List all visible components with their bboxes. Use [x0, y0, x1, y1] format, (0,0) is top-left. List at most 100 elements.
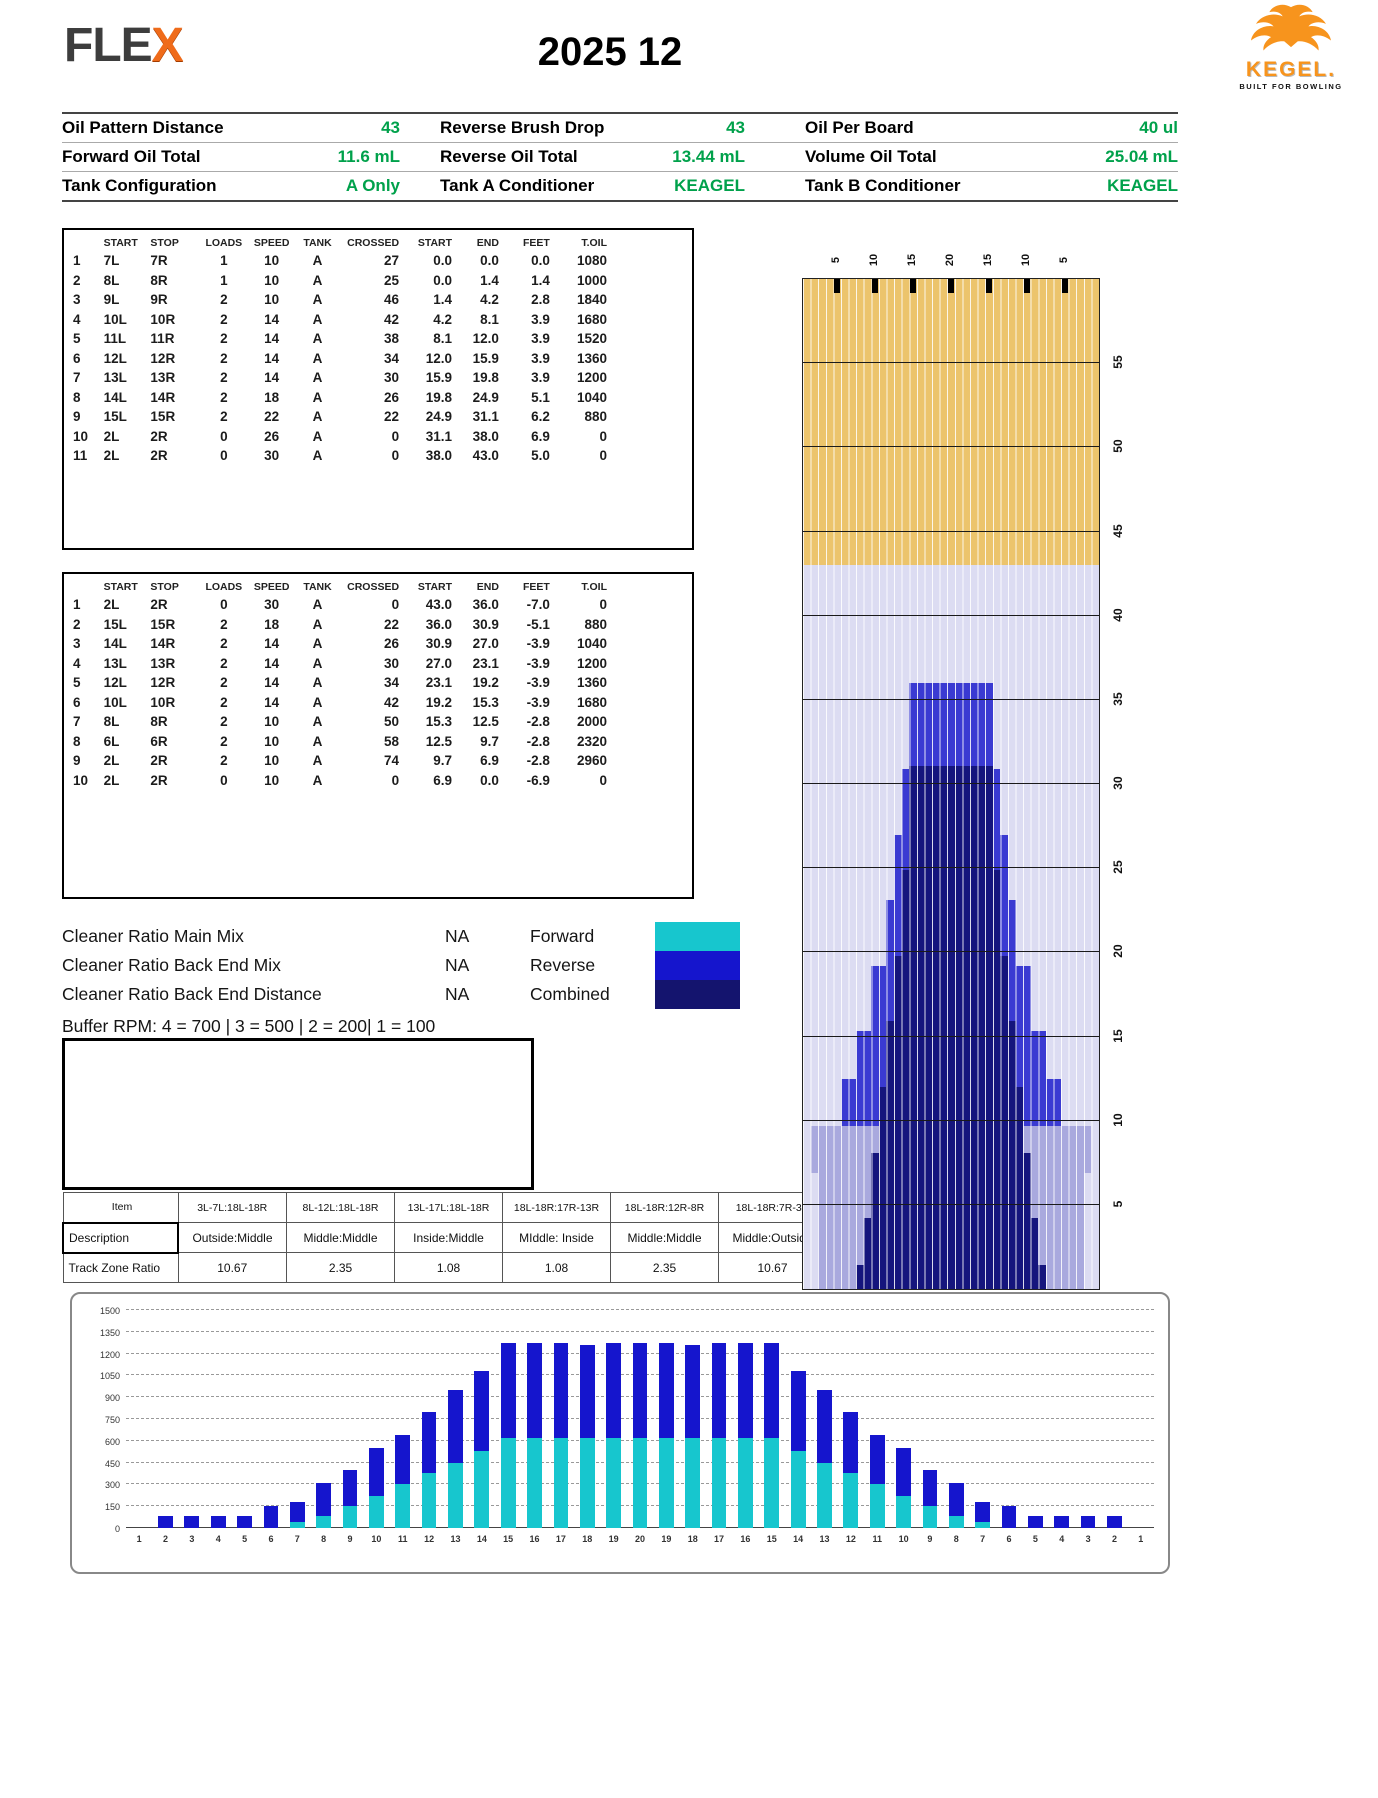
cleaner-value: NA — [445, 955, 470, 975]
lane-gridline — [803, 446, 1099, 448]
cleaner-section: Cleaner Ratio Main Mix NA Forward Cleane… — [62, 922, 782, 1041]
bar-slot: 14 — [785, 1310, 811, 1544]
bar-slot: 5 — [231, 1310, 257, 1544]
table-row: 6 12L 12R 2 14 A 34 12.0 15.9 3.9 1360 — [73, 350, 607, 366]
flex-logo: FLEX — [64, 19, 184, 72]
info-row: Oil Pattern Distance 43 Reverse Brush Dr… — [62, 114, 1178, 143]
distance-label: 25 — [1111, 860, 1125, 874]
board-number-label: 10 — [1019, 253, 1032, 267]
oil-band — [803, 1172, 1099, 1219]
table-row: 9 2L 2R 2 10 A 74 9.7 6.9 -2.8 2960 — [73, 753, 607, 768]
forward-bar-segment — [869, 1484, 885, 1528]
x-axis-tick-label: 17 — [714, 1534, 725, 1544]
bar-slot: 3 — [1075, 1310, 1101, 1544]
table-header-row: START STOP LOADS SPEED TANK CROSSED START END FE… — [70, 578, 610, 595]
track-description: Middle:Middle — [286, 1222, 395, 1253]
column-header: LOADS — [205, 581, 243, 593]
lane-board-labels: 5 10 15 20 15 10 5 — [802, 226, 1098, 276]
reverse-bar-segment — [869, 1435, 885, 1485]
forward-bar-segment — [448, 1462, 463, 1528]
y-axis-tick-label: 1350 — [99, 1327, 120, 1338]
table-row: 2 8L 8R 1 10 A 25 0.0 1.4 1.4 1000 — [73, 272, 607, 288]
board-number-label: 15 — [981, 253, 994, 267]
lane-body — [802, 278, 1100, 1290]
reverse-bar-segment — [448, 1389, 463, 1463]
cleaner-label: Cleaner Ratio Back End Mix — [62, 955, 281, 975]
reverse-bar-segment — [553, 1343, 569, 1438]
table-header-row: START STOP LOADS SPEED TANK CROSSED START END FE… — [70, 234, 610, 251]
oil-band — [803, 869, 1099, 901]
reverse-bar-segment — [1001, 1506, 1017, 1528]
notes-box — [62, 1038, 534, 1190]
forward-bar-segment — [658, 1437, 674, 1528]
oil-band-span-dark — [909, 768, 993, 835]
track-row-label: Track Zone Ratio — [62, 1252, 179, 1283]
lane-gridline — [803, 1119, 1099, 1121]
info-label: Oil Pattern Distance — [62, 118, 224, 137]
forward-bar-segment — [975, 1522, 991, 1528]
flex-logo-x: X — [151, 19, 184, 72]
track-description: Inside:Middle — [394, 1222, 503, 1253]
oil-band-span-dark — [863, 1218, 1039, 1266]
bar-slot: 19 — [600, 1310, 626, 1544]
lane-oil-zone — [803, 565, 1099, 1289]
reverse-bar-segment — [579, 1344, 595, 1438]
column-header: LOADS — [205, 237, 243, 249]
oil-volume-chart: 0 150 300 450 600 750 900 1050 1200 1350 1500 1 2 3 4 5… — [70, 1292, 1170, 1574]
bar-slot: 20 — [627, 1310, 653, 1544]
legend-label-reverse: Reverse — [530, 955, 596, 975]
oil-band — [803, 900, 1099, 956]
forward-bar-segment — [316, 1516, 332, 1528]
bar-slot: 18 — [574, 1310, 600, 1544]
table-row: 8 6L 6R 2 10 A 58 12.5 9.7 -2.8 2320 — [73, 733, 607, 749]
info-value: 43 — [726, 118, 745, 137]
oil-band-span-dark — [886, 1021, 1016, 1032]
lane-gridline — [803, 530, 1099, 532]
x-axis-tick-label: 6 — [268, 1534, 274, 1544]
forward-bar-segment — [579, 1437, 595, 1528]
cleaner-value: NA — [445, 926, 470, 946]
lane-oil-graph: 5 10 15 20 15 10 5 55 50 45 40 35 30 25 20 15 10 5 — [802, 226, 1146, 1290]
table-row: 10 2L 2R 0 26 A 0 31.1 38.0 6.9 0 — [73, 428, 607, 444]
oil-band — [803, 1218, 1099, 1266]
x-axis-tick-label: 5 — [242, 1534, 248, 1544]
oil-band-span-dark — [894, 965, 1008, 1022]
oil-band-span-dark — [856, 1265, 1046, 1289]
table-row: 6 10L 10R 2 14 A 42 19.2 15.3 -3.9 1680 — [73, 694, 607, 710]
track-item: 13L-17L:18L-18R — [394, 1192, 503, 1223]
track-ratio: 1.08 — [394, 1252, 503, 1283]
bar-slot: 1 — [126, 1310, 152, 1544]
bar-slot: 11 — [390, 1310, 416, 1544]
bar-slot: 3 — [179, 1310, 205, 1544]
bar-slot: 5 — [1022, 1310, 1048, 1544]
distance-label: 10 — [1111, 1113, 1125, 1127]
x-axis-tick-label: 14 — [793, 1534, 804, 1544]
x-axis-tick-label: 11 — [872, 1534, 882, 1544]
reverse-bar-segment — [1080, 1516, 1096, 1528]
track-item: 18L-18R:12R-8R — [610, 1192, 719, 1223]
lane-distance-ruler: 55 50 45 40 35 30 25 20 15 10 5 — [1102, 278, 1142, 1288]
reverse-bar-segment — [527, 1343, 542, 1438]
oil-band-span-dark — [901, 869, 1001, 901]
oil-band-span-medium — [909, 683, 993, 766]
reverse-bar-segment — [237, 1516, 252, 1528]
buffer-rpm-text: Buffer RPM: 4 = 700 | 3 = 500 | 2 = 200|… — [62, 1015, 436, 1036]
column-header: T.OIL — [581, 237, 607, 249]
bar-slot: 9 — [337, 1310, 363, 1544]
x-axis-tick-label: 9 — [347, 1534, 353, 1544]
info-value: 13.44 mL — [672, 147, 745, 166]
bar-slot: 6 — [996, 1310, 1022, 1544]
lane-tick-mark — [872, 279, 879, 293]
x-axis-tick-label: 10 — [371, 1534, 382, 1544]
forward-bar-segment — [632, 1437, 648, 1528]
reverse-bar-segment — [764, 1343, 780, 1438]
table-row: 2 15L 15R 2 18 A 22 36.0 30.9 -5.1 880 — [73, 616, 607, 632]
reverse-bar-segment — [289, 1501, 305, 1523]
lane-tick-mark — [1023, 279, 1030, 293]
forward-bar-segment — [500, 1437, 516, 1528]
forward-bar-segment — [342, 1506, 358, 1528]
lane-gridline — [803, 951, 1099, 953]
info-label: Forward Oil Total — [62, 147, 201, 166]
reverse-bar-segment — [685, 1344, 701, 1438]
distance-label: 45 — [1111, 523, 1125, 538]
